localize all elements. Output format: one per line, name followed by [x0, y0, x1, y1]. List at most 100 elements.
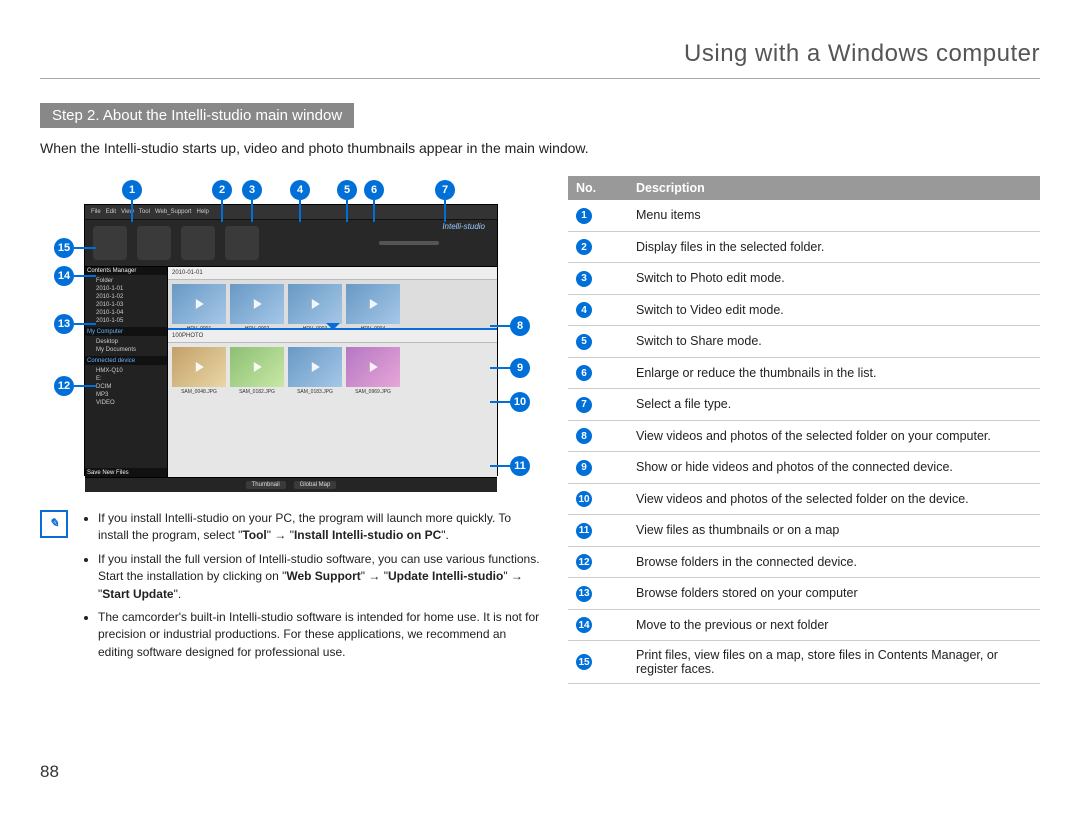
device-item: MP3 [88, 391, 164, 399]
row-number-cell: 1 [568, 200, 628, 231]
photo-thumb: SAM_0182.JPG [230, 347, 284, 387]
row-desc-cell: Switch to Share mode. [628, 326, 1040, 358]
folder-item: 2010-1-03 [88, 301, 164, 309]
row-number-cell: 13 [568, 578, 628, 610]
contents-manager-panel: Contents Manager Folder 2010-1-01 2010-1… [85, 267, 167, 328]
page-title: Using with a Windows computer [40, 40, 1040, 79]
row-desc-cell: Switch to Photo edit mode. [628, 263, 1040, 295]
callout-leader-line [490, 325, 512, 327]
row-desc-cell: Browse folders in the connected device. [628, 546, 1040, 578]
table-row: 11 View files as thumbnails or on a map [568, 515, 1040, 547]
video-thumb: HDV_0004 [346, 284, 400, 324]
col-header-no: No. [568, 176, 628, 200]
callout-badge: 15 [54, 238, 74, 258]
callout-badge: 10 [510, 392, 530, 412]
video-thumb: HDV_0001 [172, 284, 226, 324]
app-toolbar: Intelli-studio [85, 220, 497, 267]
number-badge: 11 [576, 523, 592, 539]
mycomputer-item: Desktop [88, 338, 164, 346]
app-logo: Intelli-studio [442, 222, 485, 231]
number-badge: 14 [576, 617, 592, 633]
callout-leader-line [490, 465, 512, 467]
number-badge: 10 [576, 491, 592, 507]
row-desc-cell: Switch to Video edit mode. [628, 294, 1040, 326]
my-computer-panel: My Computer Desktop My Documents [85, 328, 167, 357]
callout-badge: 4 [290, 180, 310, 200]
callout-leader-line [490, 367, 512, 369]
number-badge: 12 [576, 554, 592, 570]
row-desc-cell: Move to the previous or next folder [628, 609, 1040, 641]
callout-leader-line [74, 385, 96, 387]
menu-item: Tool [139, 209, 150, 215]
right-column: No. Description 1Menu items2Display file… [568, 176, 1040, 684]
callout-badge: 5 [337, 180, 357, 200]
video-thumb: HDV_0002 [230, 284, 284, 324]
row-number-cell: 3 [568, 263, 628, 295]
toolbar-library-icon [93, 226, 127, 260]
connected-device-panel: Connected device HMX-Q10 E: DCIM MP3 VID… [85, 357, 167, 469]
note-item: If you install Intelli-studio on your PC… [98, 510, 540, 545]
device-item: DCIM [88, 383, 164, 391]
row-number-cell: 9 [568, 452, 628, 484]
callout-badge: 12 [54, 376, 74, 396]
annotated-screenshot: File Edit View Tool Web_Support Help Int… [40, 176, 540, 486]
number-badge: 2 [576, 239, 592, 255]
callout-leader-line [74, 247, 96, 249]
callout-badge: 2 [212, 180, 232, 200]
folder-item: 2010-1-05 [88, 317, 164, 325]
col-header-desc: Description [628, 176, 1040, 200]
row-number-cell: 8 [568, 420, 628, 452]
photo-thumb: SAM_0183.JPG [288, 347, 342, 387]
row-number-cell: 2 [568, 231, 628, 263]
top-pane-header: 2010-01-01 [168, 267, 497, 280]
table-row: 13Browse folders stored on your computer [568, 578, 1040, 610]
number-badge: 1 [576, 208, 592, 224]
toolbar-photoedit-icon [137, 226, 171, 260]
note-item: The camcorder's built-in Intelli-studio … [98, 609, 540, 661]
toolbar-share-icon [225, 226, 259, 260]
row-number-cell: 15 [568, 641, 628, 684]
row-number-cell: 6 [568, 357, 628, 389]
callout-leader-line [299, 200, 301, 222]
callout-badge: 7 [435, 180, 455, 200]
callout-leader-line [490, 401, 512, 403]
map-view-button: Global Map [294, 481, 337, 489]
callout-badge: 11 [510, 456, 530, 476]
table-row: 7Select a file type. [568, 389, 1040, 421]
app-sidebar: Contents Manager Folder 2010-1-01 2010-1… [85, 267, 168, 477]
app-menubar: File Edit View Tool Web_Support Help [85, 205, 497, 220]
table-row: 8View videos and photos of the selected … [568, 420, 1040, 452]
callout-leader-line [221, 200, 223, 222]
thumbnail-row-top: HDV_0001 HDV_0002 HDV_0003 HDV_0004 [168, 280, 497, 328]
menu-item: Help [197, 209, 209, 215]
table-row: 2Display files in the selected folder. [568, 231, 1040, 263]
table-row: 1Menu items [568, 200, 1040, 231]
table-row: 14 Move to the previous or next folder [568, 609, 1040, 641]
table-row: 9Show or hide videos and photos of the c… [568, 452, 1040, 484]
callout-leader-line [444, 200, 446, 222]
thumbnail-view-button: Thumbnail [246, 481, 286, 489]
toolbar-movieedit-icon [181, 226, 215, 260]
number-badge: 5 [576, 334, 592, 350]
callout-leader-line [131, 200, 133, 222]
panel-header: My Computer [85, 328, 167, 336]
row-number-cell: 11 [568, 515, 628, 547]
thumbnail-row-bottom: SAM_0048.JPG SAM_0182.JPG SAM_0183.JPG S… [168, 343, 497, 391]
folder-item: 2010-1-02 [88, 293, 164, 301]
panel-header: Contents Manager [85, 267, 167, 275]
callout-badge: 6 [364, 180, 384, 200]
row-number-cell: 5 [568, 326, 628, 358]
callout-badge: 3 [242, 180, 262, 200]
number-badge: 9 [576, 460, 592, 476]
device-item: E: [88, 375, 164, 383]
row-number-cell: 14 [568, 609, 628, 641]
row-desc-cell: View files as thumbnails or on a map [628, 515, 1040, 547]
pane-divider-arrow-icon [326, 323, 340, 330]
note-list: If you install Intelli-studio on your PC… [80, 510, 540, 667]
callout-leader-line [74, 275, 96, 277]
number-badge: 3 [576, 271, 592, 287]
note-icon: ✎ [40, 510, 68, 538]
number-badge: 13 [576, 586, 592, 602]
photo-thumb: SAM_0048.JPG [172, 347, 226, 387]
number-badge: 8 [576, 428, 592, 444]
